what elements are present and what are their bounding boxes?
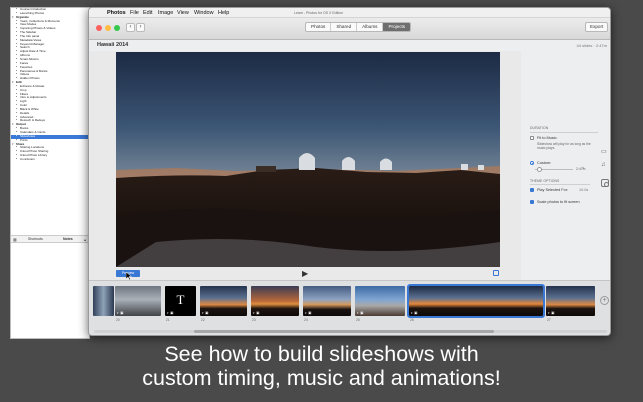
slide-transition-icon[interactable]: ◐ ▣ bbox=[253, 311, 259, 315]
tab-albums[interactable]: Albums bbox=[357, 23, 384, 31]
tab-projects[interactable]: Projects bbox=[383, 23, 411, 31]
view-tabs: Photos Shared Albums Projects bbox=[305, 22, 412, 32]
caption-line-1: See how to build slideshows with bbox=[164, 342, 479, 366]
slide-number: 25 bbox=[356, 318, 360, 322]
photos-window: Photos File Edit Image View Window Help … bbox=[88, 7, 611, 336]
menu-help[interactable]: Help bbox=[218, 8, 229, 18]
pointer-icon bbox=[126, 272, 132, 280]
caption-line-2: custom timing, music and animations! bbox=[142, 366, 501, 390]
divider bbox=[530, 184, 590, 185]
slideshow-canvas: Preview ▶ bbox=[89, 51, 521, 280]
tutorial-tab-bar: ▦ Shortcuts Notes ▴ bbox=[11, 235, 89, 243]
project-info: 44 slides · 2:47m bbox=[576, 43, 607, 48]
slideshow-inspector: DURATION Fit to Music: Slideshow will pl… bbox=[521, 51, 610, 280]
slide-number: 21 bbox=[166, 318, 170, 322]
slide-transition-icon[interactable]: ◐ ▣ bbox=[117, 311, 123, 315]
slide-transition-icon[interactable]: ◐ ▣ bbox=[548, 311, 554, 315]
filmstrip-slide[interactable]: ◐ ▣ bbox=[251, 286, 299, 316]
play-selected-checkbox[interactable] bbox=[530, 188, 534, 192]
close-icon[interactable] bbox=[96, 25, 102, 31]
export-button[interactable]: Export bbox=[585, 22, 609, 32]
slide-number: 23 bbox=[252, 318, 256, 322]
slide-transition-icon[interactable]: ◐ ▣ bbox=[167, 311, 173, 315]
project-header: Hawaii 2014 44 slides · 2:47m bbox=[89, 40, 610, 51]
fit-to-music-checkbox[interactable] bbox=[530, 136, 534, 140]
fit-to-music-note: Slideshow will play for as long as the m… bbox=[537, 142, 591, 151]
menu-app-name[interactable]: Photos bbox=[107, 8, 126, 18]
slide-transition-icon[interactable]: ◐ ▣ bbox=[357, 311, 363, 315]
theme-options-heading: THEME OPTIONS bbox=[530, 179, 560, 183]
main-photo bbox=[116, 52, 500, 267]
slide-number: 27 bbox=[547, 318, 551, 322]
menu-window[interactable]: Window bbox=[194, 8, 214, 18]
tab-shared[interactable]: Shared bbox=[331, 23, 358, 31]
tab-shortcuts[interactable]: Shortcuts bbox=[28, 236, 43, 243]
slide-transition-icon[interactable]: ◐ ▣ bbox=[305, 311, 311, 315]
tab-notes[interactable]: Notes bbox=[63, 236, 73, 243]
tab-photos[interactable]: Photos bbox=[306, 23, 332, 31]
filmstrip-slide[interactable]: ◐ ▣ bbox=[546, 286, 595, 316]
scale-photos-checkbox[interactable] bbox=[530, 200, 534, 204]
loop-icon[interactable] bbox=[493, 270, 499, 276]
slider-knob[interactable] bbox=[537, 167, 543, 172]
title-slide-glyph: T bbox=[176, 292, 185, 307]
bullet-icon: ● bbox=[16, 157, 18, 160]
music-icon[interactable]: ♫ bbox=[601, 162, 606, 168]
toolbar: ‹ › Photos Shared Albums Projects Export bbox=[89, 18, 610, 40]
duration-slider[interactable] bbox=[535, 167, 573, 172]
back-button[interactable]: ‹ bbox=[126, 23, 135, 32]
toc-item-label: Conclusion bbox=[20, 157, 35, 161]
play-selected-value[interactable]: 10.0s bbox=[579, 188, 588, 192]
forward-button[interactable]: › bbox=[136, 23, 145, 32]
minimize-icon[interactable] bbox=[105, 25, 111, 31]
duration-stepper[interactable]: ⇕ bbox=[582, 166, 585, 170]
slide-number: 26 bbox=[410, 318, 414, 322]
toc-item[interactable]: ● Conclusion bbox=[11, 157, 89, 162]
divider bbox=[530, 132, 598, 133]
filmstrip-slide[interactable]: ◐ ▣ bbox=[200, 286, 247, 316]
copy-icon[interactable]: ▭ bbox=[601, 148, 607, 155]
scale-photos-label: Scale photos to fit screen bbox=[537, 200, 580, 204]
scrollbar-thumb[interactable] bbox=[194, 330, 494, 333]
slide-number: 24 bbox=[304, 318, 308, 322]
custom-radio[interactable] bbox=[530, 161, 534, 165]
table-of-contents: ● Course Introduction ● Launching Photos ▾ Or… bbox=[11, 8, 89, 232]
menu-bar: Photos File Edit Image View Window Help … bbox=[89, 8, 610, 18]
filmstrip-slide[interactable] bbox=[93, 286, 114, 316]
theme-icon[interactable] bbox=[601, 179, 609, 187]
duration-heading: DURATION bbox=[530, 126, 549, 130]
canvas-controls: Preview ▶ bbox=[89, 269, 521, 280]
filmstrip-slide[interactable]: T ◐ ▣ bbox=[165, 286, 196, 316]
collapse-icon[interactable]: ▴ bbox=[84, 236, 86, 243]
window-title: Learn - Photos for OS X Edition bbox=[294, 11, 344, 15]
tutorial-app-window: ● Course Introduction ● Launching Photos ▾ Or… bbox=[10, 7, 90, 339]
slide-transition-icon[interactable]: ◐ ▣ bbox=[411, 311, 417, 315]
play-selected-label: Play Selected For: bbox=[537, 188, 569, 192]
filmstrip-scrollbar[interactable] bbox=[94, 330, 607, 333]
filmstrip-slide[interactable]: ◐ ▣ bbox=[303, 286, 351, 316]
grid-icon[interactable]: ▦ bbox=[13, 236, 17, 243]
menu-image[interactable]: Image bbox=[158, 8, 173, 18]
filmstrip-slide[interactable]: ◐ ▣ bbox=[355, 286, 405, 316]
project-title: Hawaii 2014 bbox=[97, 42, 129, 48]
fit-to-music-label: Fit to Music: bbox=[537, 136, 558, 140]
slide-number: 22 bbox=[201, 318, 205, 322]
play-button[interactable]: ▶ bbox=[302, 269, 308, 278]
filmstrip-slide[interactable]: ◐ ▣ bbox=[115, 286, 161, 316]
custom-label: Custom: bbox=[537, 161, 552, 165]
promo-caption: See how to build slideshows with custom … bbox=[0, 342, 643, 390]
zoom-icon[interactable] bbox=[114, 25, 120, 31]
menu-file[interactable]: File bbox=[130, 8, 139, 18]
slide-transition-icon[interactable]: ◐ ▣ bbox=[202, 311, 208, 315]
menu-edit[interactable]: Edit bbox=[143, 8, 152, 18]
slide-number: 20 bbox=[116, 318, 120, 322]
filmstrip-slide[interactable]: ◐ ▣ bbox=[407, 284, 545, 318]
menu-view[interactable]: View bbox=[177, 8, 189, 18]
add-slide-button[interactable]: + bbox=[600, 296, 609, 305]
filmstrip: ◐ ▣ 20 T ◐ ▣ 21 ◐ ▣ 22 ◐ ▣ 23 ◐ ▣ 24 ◐ ▣ 25 ◐ ▣ 26 ◐ ▣ 2… bbox=[89, 280, 610, 335]
